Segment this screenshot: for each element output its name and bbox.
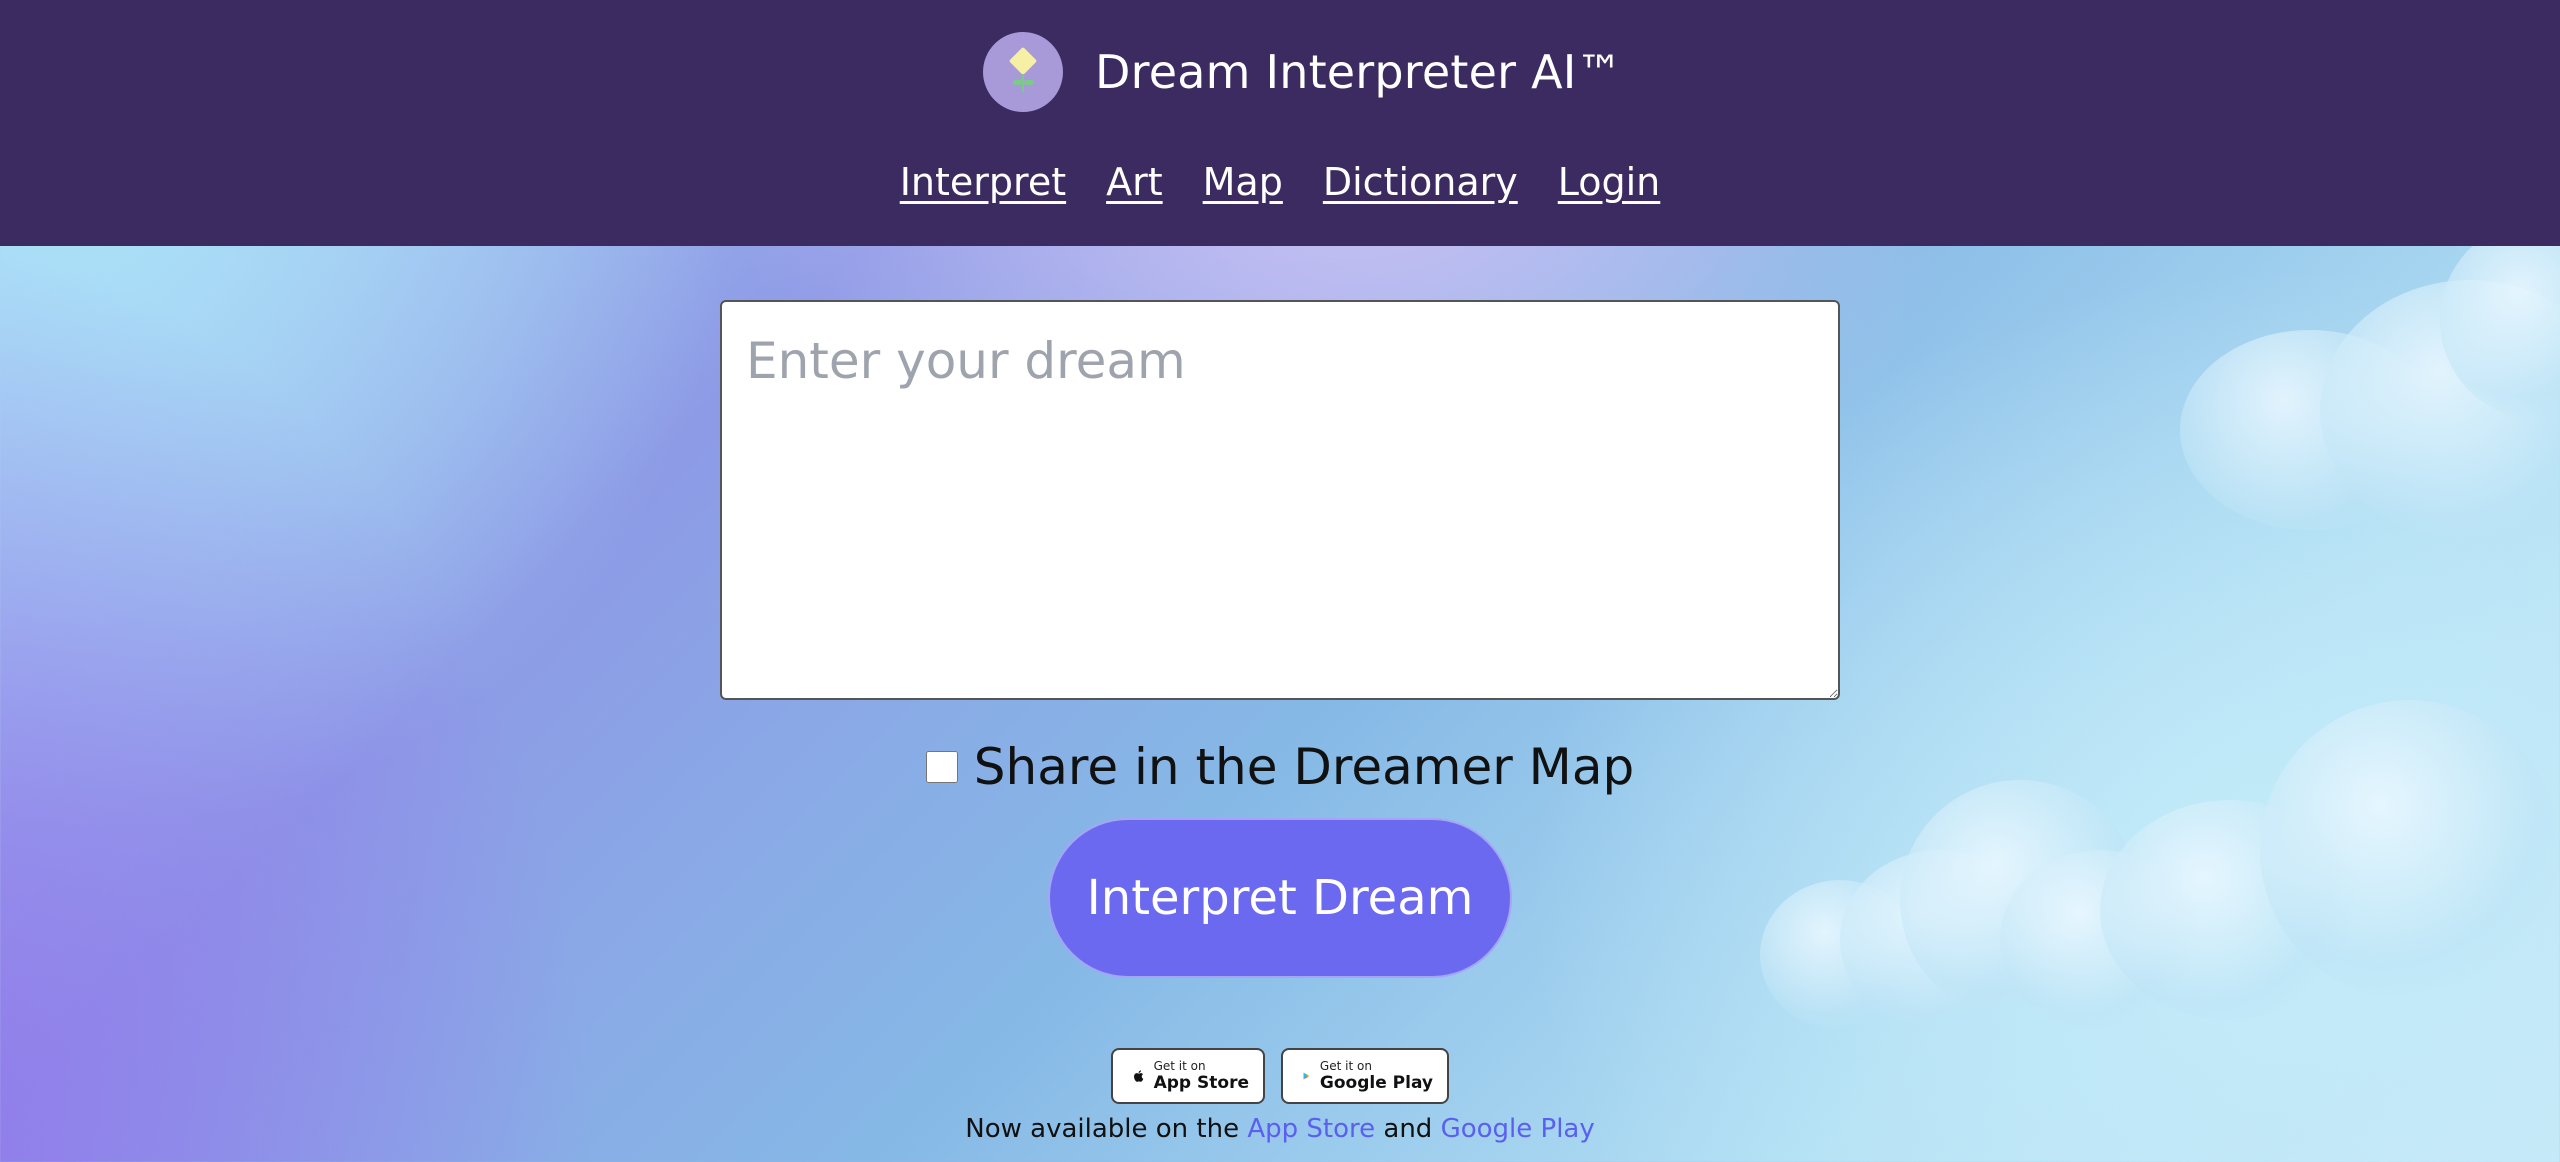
google-play-link[interactable]: Google Play: [1441, 1114, 1595, 1144]
badge-small-text: Get it on: [1319, 1059, 1372, 1073]
nav-link-dictionary[interactable]: Dictionary: [1323, 160, 1518, 204]
share-row: Share in the Dreamer Map: [0, 738, 2560, 796]
availability-text: Now available on the App Store and Googl…: [0, 1114, 2560, 1144]
nav-link-interpret[interactable]: Interpret: [900, 160, 1066, 204]
main-nav: Interpret Art Map Dictionary Login: [0, 160, 2560, 204]
availability-and: and: [1383, 1114, 1433, 1144]
cloud-decoration: [1760, 880, 1920, 1030]
nav-link-login[interactable]: Login: [1558, 160, 1661, 204]
google-play-icon: [1303, 1072, 1310, 1080]
store-badges: Get it on App Store Get it on Google Pla…: [0, 1048, 2560, 1104]
cloud-decoration: [2180, 330, 2440, 530]
badge-store-name: App Store: [1153, 1073, 1249, 1093]
badge-store-name: Google Play: [1319, 1073, 1433, 1093]
app-store-link[interactable]: App Store: [1247, 1114, 1375, 1144]
cloud-decoration: [2100, 800, 2360, 1020]
share-checkbox-label[interactable]: Share in the Dreamer Map: [974, 738, 1634, 796]
site-header: Dream Interpreter AI™ Interpret Art Map …: [0, 0, 2560, 246]
cloud-decoration: [1900, 780, 2140, 1020]
share-checkbox[interactable]: [925, 751, 958, 783]
availability-prefix: Now available on the: [965, 1114, 1240, 1144]
brand: Dream Interpreter AI™: [983, 32, 1623, 112]
nav-link-art[interactable]: Art: [1106, 160, 1163, 204]
apple-icon: [1134, 1070, 1144, 1082]
google-play-badge[interactable]: Get it on Google Play: [1281, 1048, 1449, 1104]
badge-small-text: Get it on: [1153, 1059, 1206, 1073]
logo-icon[interactable]: [983, 32, 1063, 112]
cloud-decoration: [2440, 220, 2560, 420]
nav-link-map[interactable]: Map: [1203, 160, 1283, 204]
cloud-decoration: [1840, 850, 2040, 1030]
dream-input[interactable]: [720, 300, 1840, 700]
cloud-decoration: [2320, 280, 2560, 540]
cloud-decoration: [2000, 850, 2200, 1030]
interpret-dream-button[interactable]: Interpret Dream: [1048, 818, 1512, 978]
site-title: Dream Interpreter AI™: [1095, 45, 1623, 99]
app-store-badge[interactable]: Get it on App Store: [1111, 1048, 1265, 1104]
